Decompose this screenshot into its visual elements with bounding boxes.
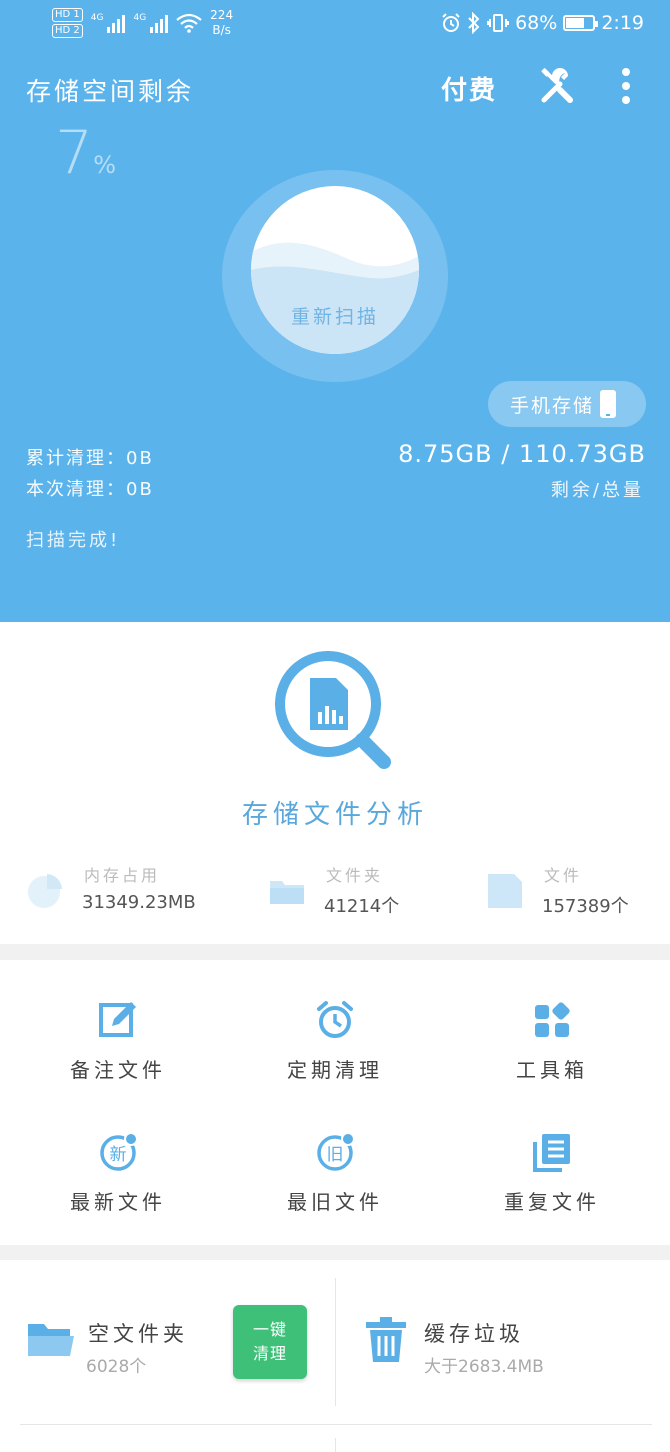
feature-label: 最旧文件 <box>287 1190 383 1214</box>
bluetooth-icon <box>468 12 480 34</box>
metric-value: 31349.23MB <box>82 892 196 913</box>
oldest-files-button[interactable]: 旧 最旧文件 <box>235 1132 435 1242</box>
one-click-line1: 一键 <box>252 1320 287 1339</box>
one-click-line2: 清理 <box>252 1344 287 1363</box>
more-menu-icon[interactable] <box>620 68 632 104</box>
signal-icon: 4G <box>91 13 126 33</box>
metric-value: 41214个 <box>324 896 400 917</box>
folder-icon <box>270 881 304 904</box>
divider <box>335 1438 336 1452</box>
hd-indicators: HD 1 HD 2 <box>52 8 83 38</box>
remaining-percent: 7% <box>55 118 116 188</box>
feature-label: 工具箱 <box>516 1058 588 1082</box>
alarm-icon <box>442 13 460 32</box>
old-file-icon: 旧 <box>317 1132 355 1171</box>
cache-junk-title[interactable]: 缓存垃圾 <box>424 1318 524 1348</box>
cumulative-cleaned: 累计清理：0B <box>26 448 154 469</box>
edit-note-icon <box>99 1002 136 1037</box>
feature-label: 定期清理 <box>287 1058 383 1082</box>
feature-label: 重复文件 <box>504 1190 600 1214</box>
newest-files-button[interactable]: 新 最新文件 <box>18 1132 218 1242</box>
hd-badge-1: HD 1 <box>52 8 83 22</box>
sd-card-search-icon <box>275 651 391 769</box>
metric-label: 文件夹 <box>326 866 384 885</box>
rescan-label: 重新扫描 <box>290 306 379 328</box>
scheduled-clean-button[interactable]: 定期清理 <box>235 1000 435 1110</box>
percent-value: 7 <box>55 118 94 188</box>
network-speed: 224 B/s <box>210 8 233 38</box>
alarm-clock-icon <box>317 1001 353 1038</box>
percent-symbol: % <box>93 151 116 179</box>
network-type-1: 4G <box>90 13 104 23</box>
analysis-title: 存储文件分析 <box>241 800 428 830</box>
battery-fill <box>566 18 584 28</box>
speed-unit: B/s <box>212 23 231 37</box>
scan-status: 扫描完成! <box>26 530 121 551</box>
feature-grid: 备注文件 定期清理 工具箱 新 最新文件 旧 最旧文件 重复文件 <box>0 960 670 1245</box>
cleanup-section: 空文件夹 6028个 一键 清理 缓存垃圾 大于2683.4MB <box>0 1260 670 1452</box>
divider <box>20 1424 652 1425</box>
battery-icon <box>563 15 599 31</box>
metric-label: 内存占用 <box>84 866 161 885</box>
storage-capacity: 8.75GB / 110.73GB <box>398 440 646 468</box>
duplicate-files-button[interactable]: 重复文件 <box>452 1132 652 1242</box>
feature-label: 备注文件 <box>70 1058 166 1082</box>
pay-button[interactable]: 付费 <box>441 70 497 107</box>
old-glyph: 旧 <box>327 1145 344 1165</box>
clock-time: 2:19 <box>601 12 644 34</box>
storage-header: HD 1 HD 2 4G 4G 224 B/s 68% 2:19 存储空间剩余 … <box>0 0 670 622</box>
notes-file-button[interactable]: 备注文件 <box>18 1000 218 1110</box>
network-type-2: 4G <box>133 13 147 23</box>
empty-folder-icon[interactable] <box>26 1320 74 1360</box>
phone-storage-button[interactable]: 手机存储 <box>488 381 646 427</box>
battery-percent: 68% <box>515 12 558 34</box>
status-bar: HD 1 HD 2 4G 4G 224 B/s 68% 2:19 <box>0 0 670 50</box>
toolbox-icon <box>535 1002 570 1037</box>
current-cleaned: 本次清理：0B <box>26 479 154 500</box>
duplicate-file-icon <box>533 1134 570 1172</box>
hd-badge-2: HD 2 <box>52 24 83 38</box>
tools-icon[interactable] <box>540 68 576 104</box>
storage-analysis-card[interactable]: 存储文件分析 内存占用 31349.23MB 文件夹 41214个 文件 157… <box>0 622 670 944</box>
phone-icon <box>600 390 617 418</box>
signal-icon-2: 4G <box>133 13 169 33</box>
one-click-clean-button[interactable]: 一键 清理 <box>233 1305 307 1379</box>
wifi-icon <box>176 13 202 33</box>
cache-junk-size: 大于2683.4MB <box>424 1357 544 1377</box>
divider <box>335 1278 336 1406</box>
feature-label: 最新文件 <box>70 1190 166 1214</box>
trash-icon[interactable] <box>364 1316 408 1364</box>
empty-folder-count: 6028个 <box>86 1357 147 1377</box>
capacity-label: 剩余/总量 <box>550 480 644 501</box>
metric-value: 157389个 <box>542 896 629 917</box>
toolbox-button[interactable]: 工具箱 <box>452 1000 652 1110</box>
empty-folder-title[interactable]: 空文件夹 <box>88 1318 188 1348</box>
metric-label: 文件 <box>544 866 583 885</box>
new-glyph: 新 <box>110 1145 127 1165</box>
speed-value: 224 <box>210 8 234 22</box>
rescan-button[interactable]: 重新扫描 <box>251 186 419 354</box>
page-title: 存储空间剩余 <box>26 77 195 106</box>
file-icon <box>488 874 522 908</box>
new-file-icon: 新 <box>100 1132 138 1171</box>
pie-chart-icon <box>28 874 62 908</box>
phone-storage-label: 手机存储 <box>510 394 595 417</box>
vibrate-icon <box>487 14 510 32</box>
